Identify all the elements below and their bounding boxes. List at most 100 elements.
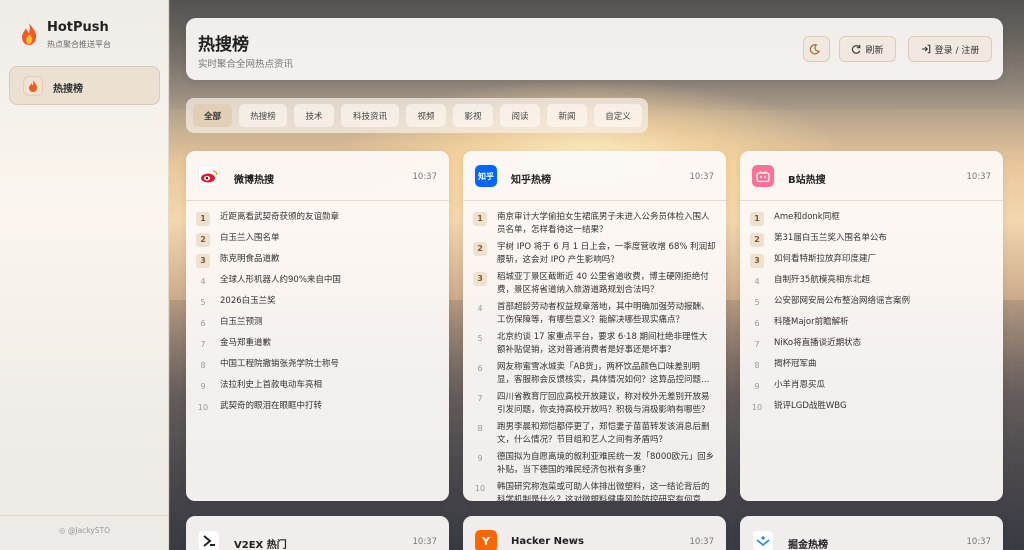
rank-badge: 5	[477, 334, 483, 343]
rank-badge: 7	[200, 340, 206, 349]
list-item[interactable]: 7 四川省教育厅回应高校开放建议，称对校外无差别开放易引发问题，你支持高校开放吗？…	[473, 391, 716, 417]
card-juejin: 掘金热榜 10:37	[740, 516, 1003, 550]
card-hacker-news: Y Hacker News 10:37	[463, 516, 726, 550]
list-item[interactable]: 1 Ame和donk同框	[750, 211, 993, 226]
list-item[interactable]: 7 金马郑重道歉	[196, 337, 439, 352]
card-title: 知乎热榜	[511, 175, 551, 186]
login-label: 登录 / 注册	[934, 45, 980, 56]
rank-badge: 9	[200, 382, 206, 391]
card-v2ex: V2EX 热门 10:37	[186, 516, 449, 550]
list-item[interactable]: 6 白玉兰预测	[196, 316, 439, 331]
theme-toggle-button[interactable]	[803, 36, 830, 62]
list-item[interactable]: 4 自制歼35航模亮相东北超	[750, 274, 993, 289]
list-item[interactable]: 9 法拉利史上首款电动车亮相	[196, 379, 439, 394]
list-item[interactable]: 4 全球人形机器人约90%来自中国	[196, 274, 439, 289]
hot-list: 1 Ame和donk同框 2 第31届白玉兰奖入围名单公布 3 如何看特斯拉放弃印度建…	[750, 211, 993, 421]
refresh-button[interactable]: 刷新	[839, 36, 896, 62]
v2ex-icon	[198, 530, 220, 550]
rank-badge: 4	[477, 304, 483, 313]
footer-credit[interactable]: ◎ @JackySTO	[0, 515, 169, 535]
tab-hot-search[interactable]: 热搜榜	[239, 104, 287, 127]
card-time: 10:37	[966, 172, 992, 182]
rank-badge: 9	[754, 382, 760, 391]
list-item[interactable]: 5 2026白玉兰奖	[196, 295, 439, 310]
bilibili-icon	[752, 165, 774, 187]
list-item[interactable]: 3 陈克明食品道歉	[196, 253, 439, 268]
list-item[interactable]: 8 揭杯冠军曲	[750, 358, 993, 373]
tab-tech-news[interactable]: 科技资讯	[341, 104, 399, 127]
list-item[interactable]: 5 北京约谈 17 家重点平台，要求 6·18 期间杜绝非理性大额补贴促销，这对普…	[473, 331, 716, 357]
list-item[interactable]: 3 稻城亚丁景区截断近 40 公里省道收费，博主硬刚拒绝付费，景区将省道纳入旅游道…	[473, 271, 716, 297]
list-item[interactable]: 1 南京审计大学偷拍女生裙底男子未进入公务员体检入围人员名单，怎样看待这一结果？	[473, 211, 716, 237]
list-item[interactable]: 5 公安部网安局公布整治网络谣言案例	[750, 295, 993, 310]
app-subtitle: 热点聚合推送平台	[47, 40, 111, 49]
card-time: 10:37	[412, 172, 438, 182]
card-header: B站热搜 10:37	[740, 151, 1003, 201]
rank-badge: 8	[754, 361, 760, 370]
rank-badge: 2	[750, 233, 764, 247]
card-weibo: 微博热搜 10:37 1 近距离看武契奇获颁的友谊勋章 2 白玉兰入围名单 3 陈克明…	[186, 151, 449, 501]
list-item[interactable]: 9 小羊肖恩买瓜	[750, 379, 993, 394]
rank-badge: 2	[473, 242, 487, 256]
category-tabs: 全部 热搜榜 技术 科技资讯 视频 影视 阅读 新闻 自定义	[186, 98, 648, 133]
rank-badge: 6	[477, 364, 483, 373]
page-title: 热搜榜	[198, 35, 249, 55]
hackernews-icon: Y	[475, 530, 497, 550]
rank-badge: 1	[473, 212, 487, 226]
hot-list: 1 南京审计大学偷拍女生裙底男子未进入公务员体检入围人员名单，怎样看待这一结果？ …	[473, 211, 716, 501]
rank-badge: 8	[200, 361, 206, 370]
card-header: Y Hacker News 10:37	[463, 516, 726, 550]
list-item[interactable]: 6 科隆Major前瞻解析	[750, 316, 993, 331]
weibo-icon	[198, 165, 220, 187]
card-title: 微博热搜	[234, 175, 274, 186]
list-item[interactable]: 9 德国拟为自愿离境的叙利亚难民统一发「8000欧元」回乡补贴，当下德国的难民经济…	[473, 451, 716, 477]
list-item[interactable]: 2 第31届白玉兰奖入围名单公布	[750, 232, 993, 247]
refresh-label: 刷新	[865, 45, 884, 56]
list-item[interactable]: 8 中国工程院撤销张尧学院士称号	[196, 358, 439, 373]
zhihu-icon: 知乎	[475, 165, 497, 187]
flame-icon	[23, 76, 43, 96]
tab-movies[interactable]: 影视	[453, 104, 493, 127]
sidebar-item-hot-search[interactable]: 热搜榜	[9, 66, 160, 105]
login-button[interactable]: 登录 / 注册	[908, 36, 992, 62]
card-title: Hacker News	[511, 536, 584, 547]
tab-custom[interactable]: 自定义	[594, 104, 642, 127]
card-header: 知乎 知乎热榜 10:37	[463, 151, 726, 201]
login-icon	[921, 44, 930, 54]
flame-logo-icon	[18, 22, 40, 46]
github-icon: ◎	[58, 526, 66, 535]
rank-badge: 6	[754, 319, 760, 328]
tab-reading[interactable]: 阅读	[500, 104, 540, 127]
list-item[interactable]: 10 武契奇的眼泪在眼眶中打转	[196, 400, 439, 415]
rank-badge: 6	[200, 319, 206, 328]
rank-badge: 4	[754, 277, 760, 286]
tab-tech[interactable]: 技术	[294, 104, 334, 127]
list-item[interactable]: 10 韩国研究称泡菜或可助人体排出微塑料，这一结论背后的科学机制是什么？这对微塑料…	[473, 481, 716, 501]
tab-all[interactable]: 全部	[193, 104, 232, 127]
tab-video[interactable]: 视频	[406, 104, 446, 127]
tab-news[interactable]: 新闻	[547, 104, 587, 127]
list-item[interactable]: 2 白玉兰入围名单	[196, 232, 439, 247]
card-title: B站热搜	[788, 175, 826, 186]
list-item[interactable]: 7 NiKo将直播谈近期状态	[750, 337, 993, 352]
card-bilibili: B站热搜 10:37 1 Ame和donk同框 2 第31届白玉兰奖入围名单公布 3…	[740, 151, 1003, 501]
rank-badge: 1	[196, 212, 210, 226]
moon-icon	[809, 43, 820, 54]
rank-badge: 7	[477, 394, 483, 403]
list-item[interactable]: 6 网友称蜜雪冰城卖「AB货」，两杯饮品颜色口味差别明显，客服称会反馈核实，具体情…	[473, 361, 716, 387]
rank-badge: 5	[200, 298, 206, 307]
card-time: 10:37	[689, 172, 715, 182]
rank-badge: 1	[750, 212, 764, 226]
list-item[interactable]: 1 近距离看武契奇获颁的友谊勋章	[196, 211, 439, 226]
list-item[interactable]: 3 如何看特斯拉放弃印度建厂	[750, 253, 993, 268]
rank-badge: 5	[754, 298, 760, 307]
rank-badge: 9	[477, 454, 483, 463]
list-item[interactable]: 2 宇树 IPO 将于 6 月 1 日上会，一季度营收增 68% 利润却腰斩，这会…	[473, 241, 716, 267]
card-header: 微博热搜 10:37	[186, 151, 449, 201]
list-item[interactable]: 10 锐评LGD战胜WBG	[750, 400, 993, 415]
list-item[interactable]: 4 首部超龄劳动者权益规章落地，其中明确加强劳动报酬、工伤保障等，有哪些意义？能解…	[473, 301, 716, 327]
card-zhihu: 知乎 知乎热榜 10:37 1 南京审计大学偷拍女生裙底男子未进入公务员体检入围人…	[463, 151, 726, 501]
card-header: V2EX 热门 10:37	[186, 516, 449, 550]
rank-badge: 10	[751, 403, 763, 412]
list-item[interactable]: 8 跑男李晨和郑恺都停更了，郑恺妻子苗苗转发该消息后删文，什么情况？节目组和艺人之…	[473, 421, 716, 447]
